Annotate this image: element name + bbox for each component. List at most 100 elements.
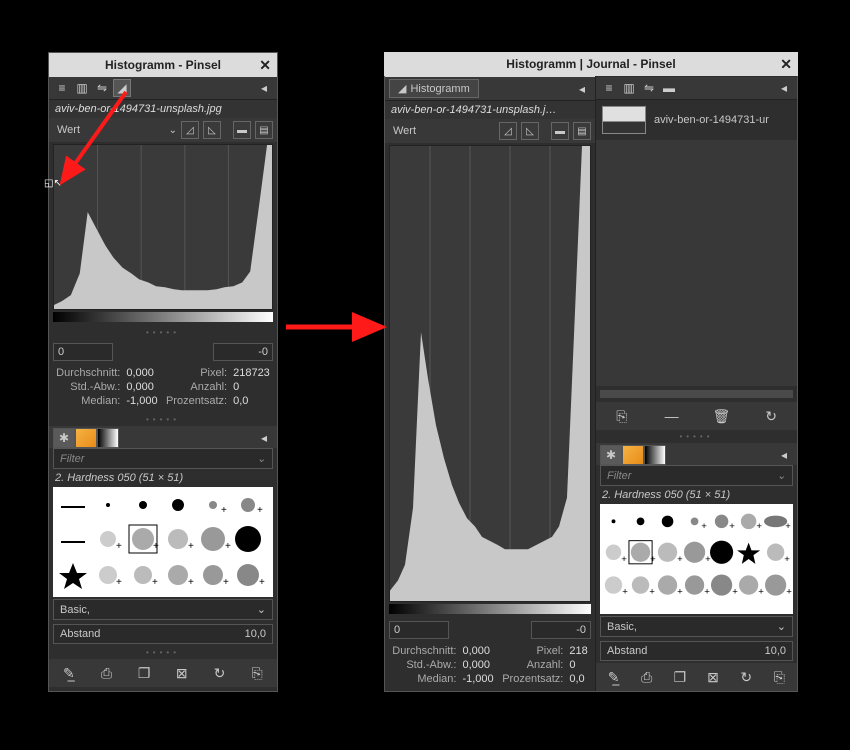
undo-history-icon[interactable]: ⇋: [640, 79, 658, 97]
svg-text:+: +: [257, 505, 263, 516]
range-min-input[interactable]: [53, 343, 113, 361]
stat-median-label: Median:: [391, 673, 456, 685]
histogram-chart[interactable]: [53, 144, 273, 310]
image-filename[interactable]: aviv-ben-or-1494731-unsplash.j…: [385, 101, 595, 119]
linear-hist-button[interactable]: ◿: [181, 121, 199, 139]
abstand-label: Abstand: [607, 645, 647, 657]
brush-filter[interactable]: Filter ⌄: [53, 448, 273, 469]
tool-options-icon[interactable]: ≡: [600, 79, 618, 97]
refresh-brushes-icon[interactable]: ↻: [209, 663, 229, 683]
menu-icon[interactable]: ◂: [255, 79, 273, 97]
journal-body: [596, 140, 797, 386]
tool-options-icon[interactable]: ≡: [53, 79, 71, 97]
refresh-icon[interactable]: ↻: [761, 406, 781, 426]
gradients-tab-icon[interactable]: [644, 445, 666, 465]
separator-icon: •••••: [49, 413, 277, 426]
view-mode-1[interactable]: ▬: [233, 121, 251, 139]
chevron-down-icon: ⌄: [777, 469, 786, 482]
range-max-input[interactable]: [531, 621, 591, 639]
svg-text:+: +: [650, 554, 656, 565]
menu-icon[interactable]: ◂: [775, 446, 793, 464]
brushes-tab-icon[interactable]: ✱: [53, 428, 75, 448]
gradients-tab-icon[interactable]: [97, 428, 119, 448]
delete-brush-icon[interactable]: ⊠: [703, 667, 723, 687]
view-mode-2[interactable]: ▤: [573, 122, 591, 140]
menu-icon[interactable]: ◂: [775, 79, 793, 97]
view-mode-2[interactable]: ▤: [255, 121, 273, 139]
histogram-svg: [54, 145, 272, 309]
close-icon[interactable]: ✕: [780, 56, 792, 73]
edit-brush-icon[interactable]: ✎̲: [604, 667, 624, 687]
histogram-tab-icon[interactable]: ◢: [113, 79, 131, 97]
basic-combo[interactable]: Basic, ⌄: [600, 616, 793, 637]
range-min-input[interactable]: [389, 621, 449, 639]
close-icon[interactable]: ✕: [259, 57, 271, 74]
menu-icon[interactable]: ◂: [255, 429, 273, 447]
basic-combo[interactable]: Basic, ⌄: [53, 599, 273, 620]
new-brush-icon[interactable]: ⎙: [637, 667, 657, 687]
linear-hist-button[interactable]: ◿: [499, 122, 517, 140]
device-status-icon[interactable]: ▥: [620, 79, 638, 97]
clear-icon[interactable]: 🗑: [711, 406, 731, 426]
separator-icon: •••••: [596, 430, 797, 443]
refresh-brushes-icon[interactable]: ↻: [736, 667, 756, 687]
duplicate-brush-icon[interactable]: ❐: [134, 663, 154, 683]
svg-text:+: +: [732, 587, 738, 598]
histogram-chart[interactable]: [389, 145, 591, 602]
range-max-input[interactable]: [213, 343, 273, 361]
svg-text:+: +: [758, 587, 764, 598]
undo-history-icon[interactable]: ⇋: [93, 79, 111, 97]
menu-icon[interactable]: ◂: [573, 80, 591, 98]
image-filename[interactable]: aviv-ben-or-1494731-unsplash.jpg: [49, 100, 277, 118]
open-as-image-icon[interactable]: ⎘: [247, 663, 267, 683]
histogram-window-expanded: Histogramm | Journal - Pinsel ✕ ◢ Histog…: [384, 52, 798, 692]
resize-grip-icon[interactable]: ◱↖: [44, 178, 62, 189]
brush-filter[interactable]: Filter ⌄: [600, 465, 793, 486]
stat-mean-value: 0,000: [126, 367, 158, 379]
brush-grid[interactable]: + + + + + + + + + + +: [53, 487, 273, 597]
histogram-tab-icon: ◢: [398, 82, 406, 95]
stat-median-value: -1,000: [462, 673, 494, 685]
open-icon[interactable]: ⎘: [612, 406, 632, 426]
stat-median-label: Median:: [55, 395, 120, 407]
histogram-svg: [390, 146, 590, 601]
abstand-field[interactable]: Abstand 10,0: [600, 641, 793, 661]
new-brush-icon[interactable]: ⎙: [96, 663, 116, 683]
delete-brush-icon[interactable]: ⊠: [172, 663, 192, 683]
titlebar-overlay: Histogramm | Journal - Pinsel ✕: [384, 52, 798, 76]
channel-select[interactable]: Wert: [53, 124, 165, 136]
journal-entry[interactable]: aviv-ben-or-1494731-ur: [596, 100, 797, 140]
brush-name: 2. Hardness 050 (51 × 51): [596, 486, 797, 504]
stat-mean-label: Durchschnitt:: [55, 367, 120, 379]
brushes-tab-icon[interactable]: ✱: [600, 445, 622, 465]
view-mode-1[interactable]: ▬: [551, 122, 569, 140]
dock-tabs: ≡ ▥ ⇋ ◢ ◂: [49, 77, 277, 100]
separator-icon: •••••: [49, 646, 277, 659]
stat-stddev-value: 0,000: [126, 381, 158, 393]
titlebar[interactable]: Histogramm | Journal - Pinsel ✕: [384, 52, 798, 76]
window-title: Histogramm - Pinsel: [105, 58, 221, 72]
scrollbar[interactable]: [600, 390, 793, 398]
device-status-icon[interactable]: ▥: [73, 79, 91, 97]
journal-icon[interactable]: ▬: [660, 79, 678, 97]
stat-count-value: 0: [569, 659, 589, 671]
log-hist-button[interactable]: ◺: [521, 122, 539, 140]
basic-label: Basic,: [60, 604, 90, 616]
histogram-tab[interactable]: ◢ Histogramm: [389, 79, 479, 98]
open-as-image-icon[interactable]: ⎘: [769, 667, 789, 687]
histogram-tab-label: Histogramm: [410, 83, 469, 95]
chevron-down-icon: ⌄: [777, 620, 786, 633]
duplicate-brush-icon[interactable]: ❐: [670, 667, 690, 687]
bottom-toolbar: ✎̲ ⎙ ❐ ⊠ ↻ ⎘: [49, 659, 277, 687]
svg-text:+: +: [756, 521, 762, 532]
channel-select[interactable]: Wert: [389, 125, 495, 137]
remove-icon[interactable]: —: [662, 406, 682, 426]
brush-grid[interactable]: + + + + + + + + + + + + + + + +: [600, 504, 793, 614]
edit-brush-icon[interactable]: ✎̲: [59, 663, 79, 683]
titlebar[interactable]: Histogramm - Pinsel ✕: [49, 53, 277, 77]
chevron-down-icon[interactable]: ⌄: [169, 125, 177, 136]
log-hist-button[interactable]: ◺: [203, 121, 221, 139]
patterns-tab-icon[interactable]: [75, 428, 97, 448]
abstand-field[interactable]: Abstand 10,0: [53, 624, 273, 644]
patterns-tab-icon[interactable]: [622, 445, 644, 465]
